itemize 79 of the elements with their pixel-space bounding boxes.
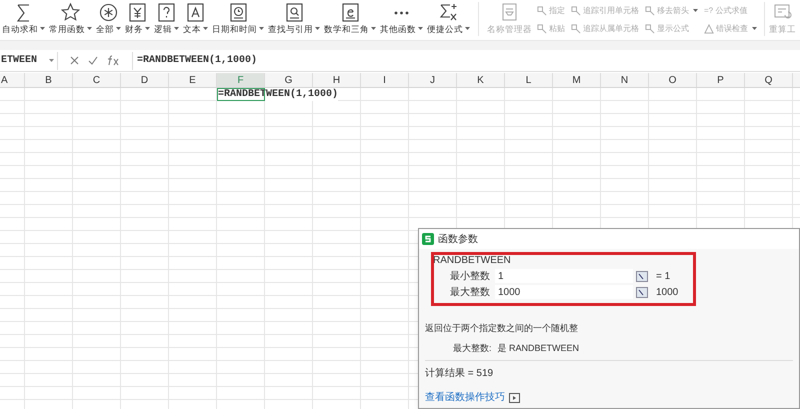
column-header[interactable]: B	[25, 73, 73, 87]
formula-input[interactable]: =RANDBETWEEN(1,1000)	[133, 53, 258, 68]
column-header[interactable]: A	[0, 73, 25, 87]
function-category-button[interactable]: 逻辑	[152, 2, 181, 36]
cancel-icon[interactable]	[70, 56, 79, 65]
column-header[interactable]: D	[121, 73, 169, 87]
range-picker-icon[interactable]	[636, 286, 648, 298]
column-header[interactable]: P	[697, 73, 745, 87]
function-category-icon	[284, 2, 304, 23]
column-header[interactable]: I	[361, 73, 409, 87]
app-logo-icon	[422, 233, 434, 245]
function-category-icon	[228, 2, 248, 23]
caret-icon	[174, 27, 179, 32]
column-header[interactable]: K	[457, 73, 505, 87]
caret-icon	[371, 27, 376, 32]
tool-icon	[645, 24, 655, 34]
tool-icon	[645, 6, 655, 16]
caret-icon	[259, 27, 264, 32]
column-header[interactable]: H	[313, 73, 361, 87]
function-name: RANDBETWEEN	[433, 255, 511, 266]
function-category-button[interactable]: 全部	[94, 2, 123, 36]
function-category-icon	[156, 2, 177, 23]
name-box[interactable]: ETWEEN	[0, 52, 58, 70]
column-header[interactable]: L	[505, 73, 553, 87]
more-icon	[394, 10, 409, 14]
dialog-title: 函数参数	[438, 232, 478, 246]
tool-icon	[571, 24, 581, 34]
argument-help: 是 RANDBETWEEN	[498, 342, 580, 354]
insert-function-icon[interactable]	[107, 55, 120, 66]
function-description: 返回位于两个指定数之间的一个随机整	[425, 323, 578, 333]
column-header[interactable]: C	[73, 73, 121, 87]
column-header[interactable]: G	[265, 73, 313, 87]
calculation-result: 计算结果 = 519	[425, 368, 494, 379]
range-picker-icon[interactable]	[636, 270, 648, 282]
tool-icon	[537, 6, 547, 16]
caret-icon	[315, 27, 320, 32]
warning-icon	[704, 24, 714, 34]
argument-result: 1000	[656, 286, 678, 300]
function-category-button[interactable]: 查找与引用	[266, 2, 322, 36]
argument-result: = 1	[656, 270, 670, 284]
caret-icon	[203, 27, 208, 32]
caret-icon	[87, 27, 92, 32]
function-category-button[interactable]: 日期和时间	[210, 2, 266, 36]
function-category-button[interactable]: 其他函数	[378, 2, 425, 36]
caret-icon	[418, 27, 423, 32]
caret-icon	[465, 27, 470, 32]
function-category-icon	[98, 2, 119, 23]
column-header[interactable]: Q	[745, 73, 793, 87]
function-category-button[interactable]: 常用函数	[47, 2, 94, 36]
caret-icon	[693, 9, 698, 13]
caret-icon	[49, 58, 54, 62]
function-category-button[interactable]: 自动求和	[0, 2, 47, 36]
argument-field[interactable]: 1000	[495, 285, 633, 299]
function-category-icon	[185, 2, 206, 23]
argument-label: 最小整数	[450, 270, 491, 284]
argument-label: 最大整数	[450, 286, 491, 300]
column-header[interactable]: N	[601, 73, 649, 87]
function-category-icon	[438, 2, 459, 23]
column-header[interactable]: M	[553, 73, 601, 87]
function-category-icon	[60, 2, 81, 23]
function-category-button[interactable]: 财务	[123, 2, 152, 36]
caret-icon	[116, 27, 121, 32]
column-header[interactable]: O	[649, 73, 697, 87]
function-category-button[interactable]: 便捷公式	[425, 2, 472, 36]
argument-field[interactable]: 1	[495, 269, 633, 283]
function-category-icon	[127, 2, 148, 23]
caret-icon	[145, 27, 150, 32]
function-category-button[interactable]: 数学和三角	[322, 2, 378, 36]
caret-icon	[40, 27, 45, 32]
confirm-icon[interactable]	[88, 56, 98, 65]
function-tips-link[interactable]: 查看函数操作技巧	[425, 390, 505, 405]
caret-icon	[752, 27, 757, 31]
tool-icon	[537, 24, 547, 34]
argument-help-label: 最大整数:	[453, 342, 492, 354]
function-category-button[interactable]: 文本	[181, 2, 210, 36]
tool-icon	[571, 6, 581, 16]
video-icon[interactable]	[509, 392, 520, 402]
column-header[interactable]: J	[409, 73, 457, 87]
function-category-icon	[340, 2, 360, 23]
